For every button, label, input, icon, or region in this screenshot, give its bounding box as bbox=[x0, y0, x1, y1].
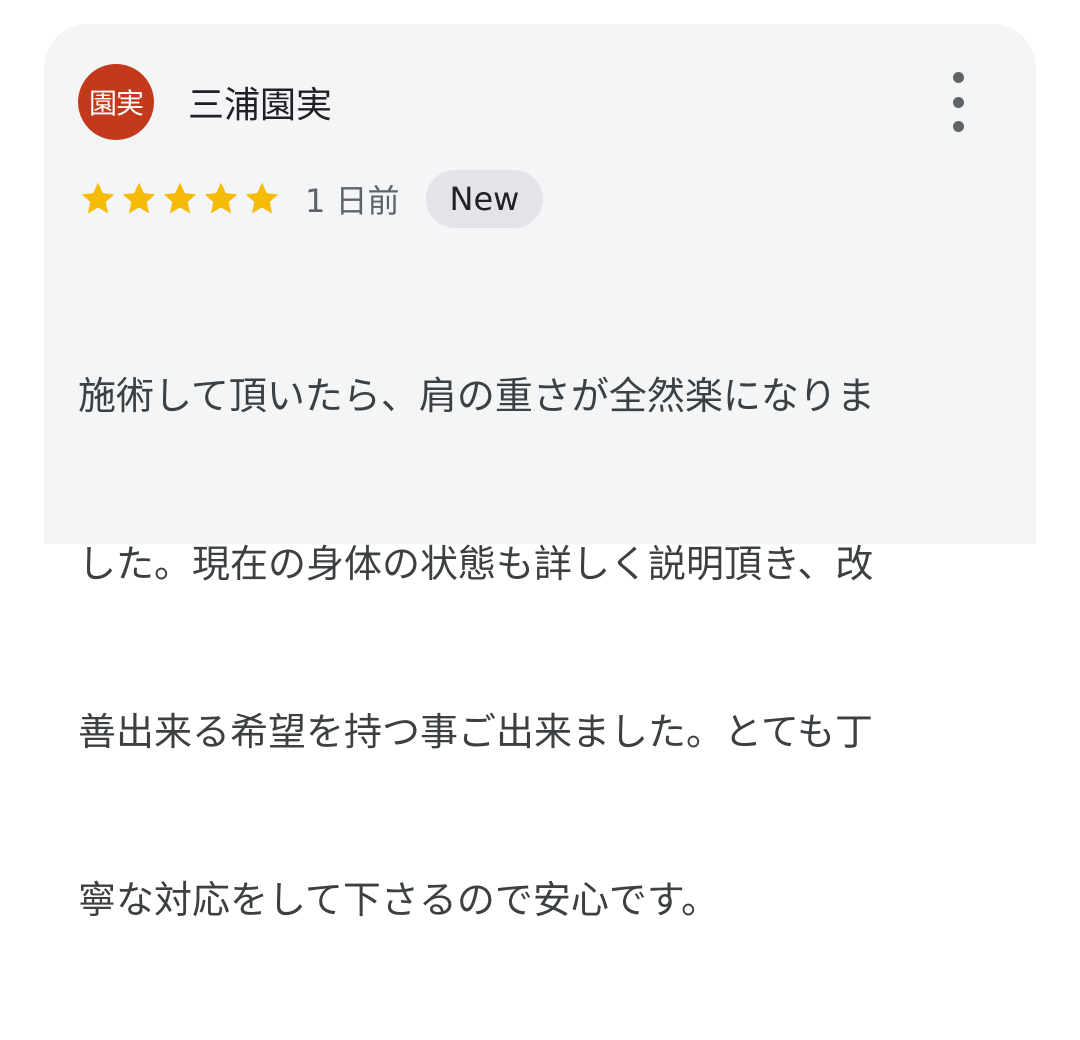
review-text-line: 寧な対応をして下さるので安心です。 bbox=[78, 878, 720, 922]
review-text: 施術して頂いたら、肩の重さが全然楽になりま した。現在の身体の状態も詳しく説明頂… bbox=[78, 256, 978, 1040]
menu-dot bbox=[952, 121, 964, 132]
star-icon bbox=[81, 182, 115, 214]
review-text-line: 施術して頂いたら、肩の重さが全然楽になりま bbox=[78, 374, 875, 418]
review-meta: 1 日前 New bbox=[78, 170, 544, 228]
star-rating bbox=[78, 179, 283, 219]
star-icon bbox=[163, 182, 197, 214]
review-text-line: 善出来る希望を持つ事ご出来ました。とても丁 bbox=[78, 710, 873, 754]
review-time: 1 日前 bbox=[305, 182, 400, 220]
menu-dot bbox=[952, 72, 964, 83]
star-icon bbox=[122, 182, 156, 214]
more-vert-icon[interactable] bbox=[946, 72, 970, 132]
avatar[interactable]: 園実 bbox=[78, 64, 154, 140]
review-header: 園実 三浦園実 bbox=[78, 64, 998, 140]
review-card: 園実 三浦園実 1 日前 New 施術して頂いたら、肩の重さが全然楽になりま し… bbox=[44, 24, 1036, 922]
new-badge: New bbox=[425, 170, 544, 228]
review-text-line: した。現在の身体の状態も詳しく説明頂き、改 bbox=[78, 542, 874, 586]
star-icon bbox=[245, 182, 279, 214]
star-icon bbox=[204, 182, 238, 214]
menu-dot bbox=[952, 96, 964, 108]
reviewer-name[interactable]: 三浦園実 bbox=[188, 76, 332, 128]
